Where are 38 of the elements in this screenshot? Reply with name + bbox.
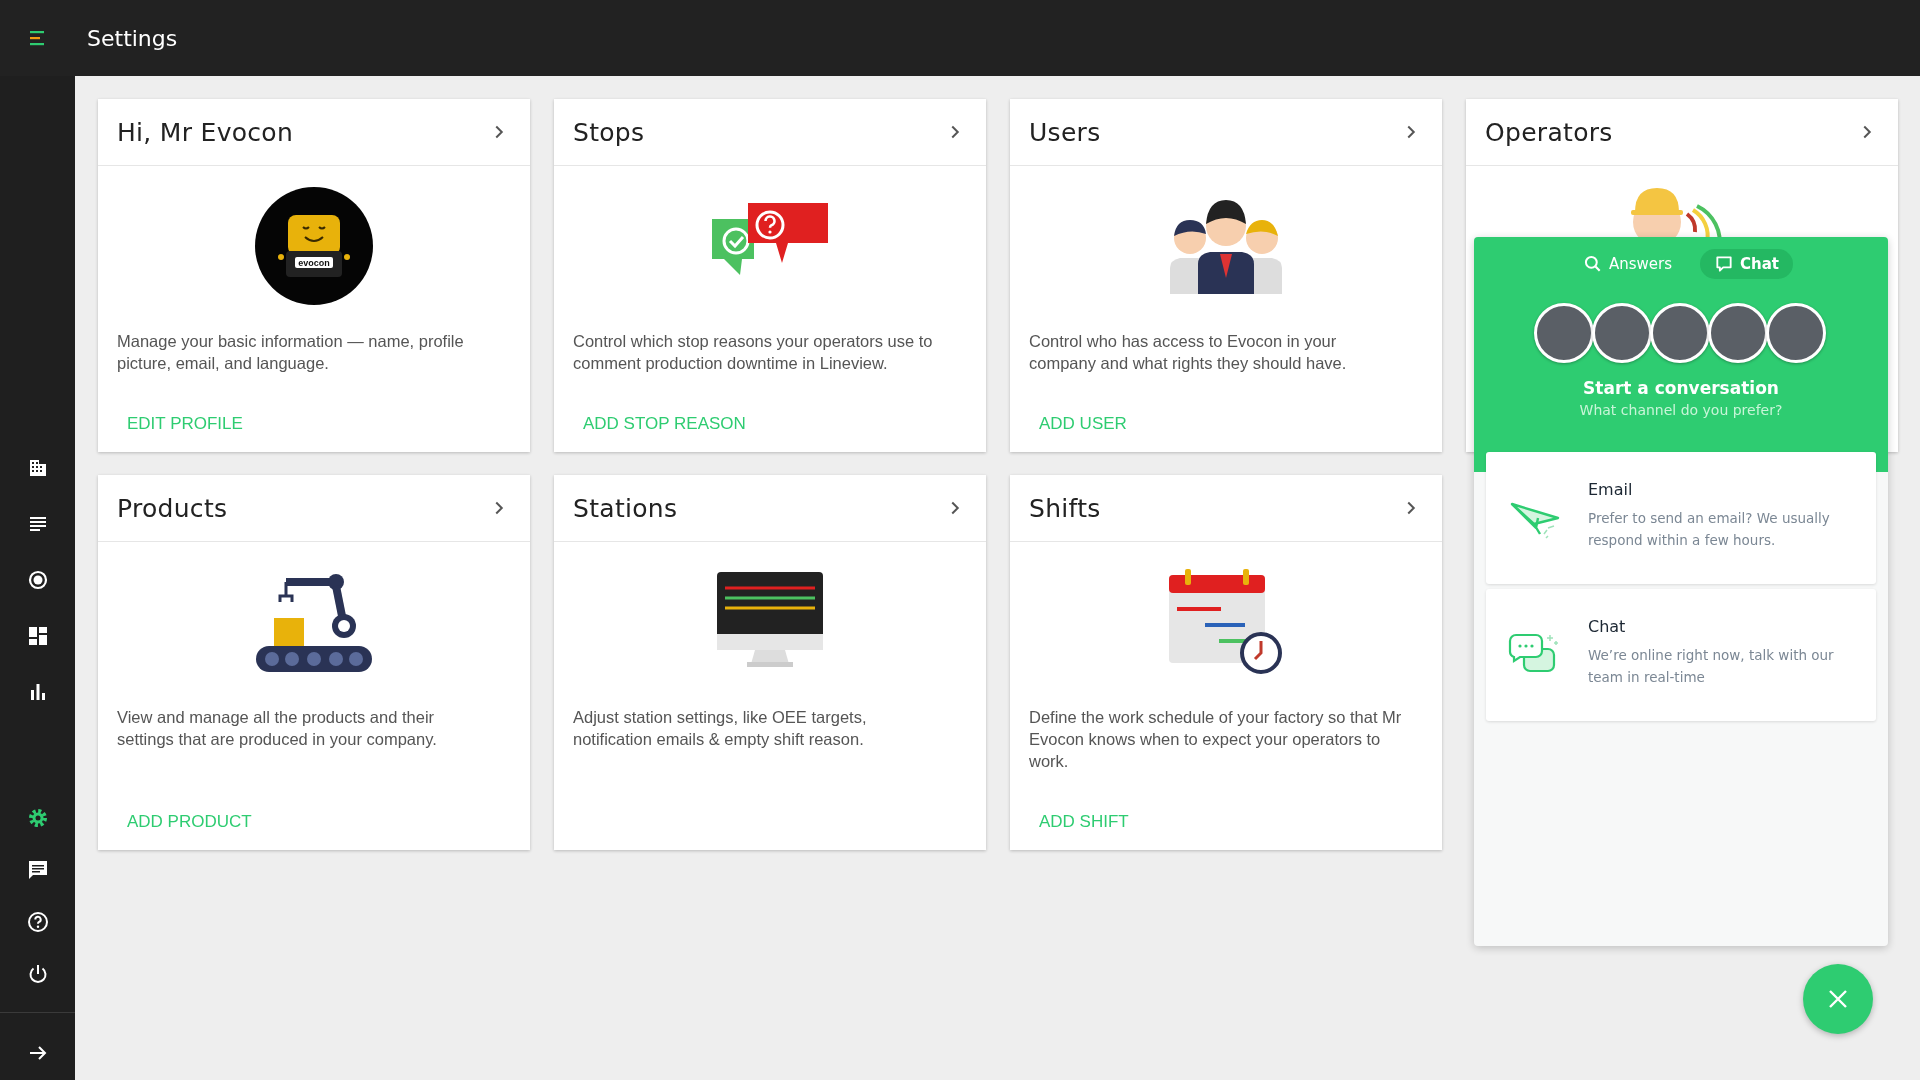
widget-title: Start a conversation: [1583, 378, 1779, 398]
avatar-placeholder: [1650, 303, 1710, 363]
page-title: Settings: [87, 25, 178, 51]
card-description: Adjust station settings, like OEE targets, notification emails & empty shift reason.: [573, 707, 868, 750]
card-description: View and manage all the products and their settings that are produced in your company.: [117, 707, 438, 750]
card-description: Control who has access to Evocon in your company and what rights they should have.: [1029, 331, 1348, 374]
avatar-placeholder: [1708, 303, 1768, 363]
avatar-placeholder: [1766, 303, 1826, 363]
channel-option[interactable]: Email Prefer to send an email? We usually respond within a few hours.: [1486, 452, 1876, 584]
card-title: Products: [117, 493, 228, 523]
card-action-link[interactable]: ADD USER: [1029, 414, 1127, 434]
card-title: Operators: [1485, 117, 1613, 147]
card-action-link[interactable]: ADD PRODUCT: [117, 812, 252, 832]
chat-icon: [1714, 254, 1735, 274]
option-description: We’re online right now, talk with our team in real-time: [1588, 646, 1835, 687]
card-description: Define the work schedule of your factory so that Mr Evocon knows when to expect your operators to work.: [1029, 707, 1403, 772]
avatar-placeholder: [1534, 303, 1594, 363]
card-action-link[interactable]: ADD SHIFT: [1029, 812, 1129, 832]
card-title: Stations: [573, 493, 678, 523]
card-action-link[interactable]: EDIT PROFILE: [117, 414, 243, 434]
card-title: Shifts: [1029, 493, 1101, 523]
channel-option[interactable]: Chat We’re online right now, talk with our team in real-time: [1486, 589, 1876, 721]
widget-subtitle: What channel do you prefer?: [1579, 402, 1783, 418]
close-icon: [1827, 988, 1849, 1010]
card-action-link[interactable]: ADD STOP REASON: [573, 414, 746, 434]
mascot-logo: evocon: [255, 187, 373, 305]
option-title: Chat: [1588, 617, 1627, 636]
option-description: Prefer to send an email? We usually respond within a few hours.: [1588, 509, 1831, 550]
search-icon: [1582, 254, 1603, 274]
card-title: Hi, Mr Evocon: [117, 117, 294, 147]
avatar-placeholder: [1592, 303, 1652, 363]
option-title: Email: [1588, 480, 1634, 499]
widget-tab[interactable]: Chat: [1700, 249, 1793, 279]
card-title: Stops: [573, 117, 645, 147]
card-description: Control which stop reasons your operators use to comment production downtime in Lineview.: [573, 331, 934, 374]
card-description: Manage your basic information — name, profile picture, email, and language.: [117, 331, 465, 374]
widget-tab[interactable]: Answers: [1568, 249, 1687, 279]
card-title: Users: [1029, 117, 1101, 147]
